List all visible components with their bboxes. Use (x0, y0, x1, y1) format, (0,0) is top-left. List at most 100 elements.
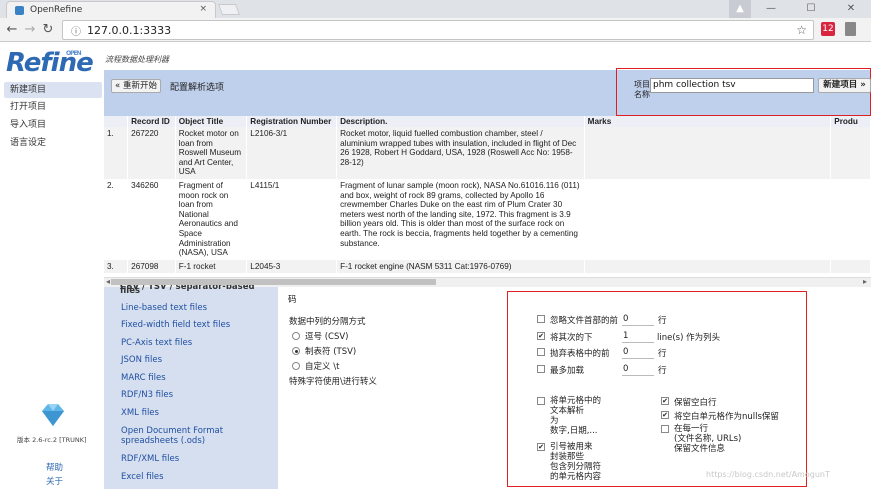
radio-custom-label: 自定义 \t (305, 362, 340, 372)
menu-icon[interactable] (845, 22, 856, 36)
cell-marks (584, 127, 832, 179)
reload-icon[interactable]: ↻ (40, 22, 56, 37)
header-lines-input[interactable]: 1 (622, 331, 654, 343)
checkbox-load-max[interactable] (537, 365, 545, 373)
table-row: 1. 267220 Rocket motor on loan from Rosw… (104, 127, 871, 179)
sidebar-item-language[interactable]: 语言设定 (4, 135, 102, 151)
header-lines-label: 将其次的下 (550, 333, 593, 343)
parse-cell-label: 将单元格中的 文本解析 为 数字,日期,... (550, 396, 601, 436)
table-row: 2. 346260 Fragment of moon rock on loan … (104, 178, 871, 260)
address-url: 127.0.0.1:3333 (87, 23, 172, 37)
sidebar-item-open-project[interactable]: 打开项目 (4, 99, 102, 115)
escape-label: 特殊字符使用\进行转义 (289, 377, 377, 387)
quote-line: 封装那些 (550, 452, 585, 462)
format-item-csv[interactable]: CSV / TSV / separator-based files (120, 285, 265, 293)
sidebar-item-import-project[interactable]: 导入项目 (4, 117, 102, 133)
column-header[interactable]: Produ (830, 116, 871, 127)
column-header[interactable]: Record ID (127, 116, 176, 127)
quote-line: 的单元格内容 (550, 472, 602, 482)
per-row-label: 在每一行 (文件名称, URLs) 保留文件信息 (674, 424, 741, 454)
about-link[interactable]: 关于 (46, 475, 63, 487)
minimize-icon[interactable]: — (751, 0, 791, 18)
window-controls: ▲ — ☐ ✕ (729, 0, 871, 18)
row-index: 1. (104, 127, 129, 179)
column-header[interactable]: Marks (584, 116, 832, 127)
profile-icon[interactable]: ▲ (729, 0, 751, 18)
openrefine-favicon-icon (15, 5, 24, 15)
parse-cell-line: 将单元格中的 (550, 396, 602, 406)
discard-label: 抛弃表格中的前 (550, 349, 610, 359)
checkbox-header-lines[interactable]: ✔ (537, 332, 545, 340)
site-info-icon[interactable]: ⓘ (71, 23, 81, 38)
checkbox-quote[interactable]: ✔ (537, 443, 545, 451)
checkbox-store-blank-cells[interactable]: ✔ (661, 411, 669, 419)
column-header[interactable]: Description. (336, 116, 585, 127)
forward-arrow-icon[interactable]: → (22, 22, 38, 37)
new-tab-button[interactable] (217, 4, 241, 15)
radio-custom[interactable]: 自定义 \t (292, 360, 339, 372)
load-max-unit: 行 (658, 366, 667, 376)
cell-object-title: Rocket motor on loan from Roswell Museum… (175, 127, 248, 179)
checkbox-parse-cell[interactable] (537, 397, 545, 405)
create-project-button[interactable]: 新建项目 » (818, 78, 871, 93)
discard-unit: 行 (658, 349, 667, 359)
column-header[interactable]: Registration Number (246, 116, 338, 127)
address-bar[interactable]: ⓘ 127.0.0.1:3333 ☆ (62, 20, 814, 40)
cell-registration: L2106-3/1 (246, 127, 338, 179)
radio-tsv-label: 制表符 (TSV) (305, 347, 357, 357)
format-item-excel[interactable]: Excel files (121, 472, 271, 482)
preview-table: Record ID Object Title Registration Numb… (104, 116, 871, 274)
help-link[interactable]: 帮助 (46, 461, 63, 473)
data-preview[interactable]: Record ID Object Title Registration Numb… (104, 116, 871, 276)
browser-tab-title: OpenRefine (30, 5, 83, 15)
browser-tab[interactable]: OpenRefine × (6, 1, 216, 18)
format-item-fixed-width[interactable]: Fixed-width field text files (121, 320, 271, 330)
radio-custom-dot[interactable] (292, 362, 300, 370)
checkbox-discard[interactable] (537, 348, 545, 356)
format-item-pc-axis[interactable]: PC-Axis text files (121, 338, 271, 348)
start-over-button[interactable]: « 重新开始 (111, 79, 161, 93)
cell-produ (830, 259, 871, 274)
close-tab-icon[interactable]: × (199, 4, 207, 14)
discard-input[interactable]: 0 (622, 347, 654, 359)
store-blank-cells-label: 将空白单元格作为nulls保留 (674, 412, 779, 422)
logo-super-text: OPEN (66, 50, 82, 57)
format-item-rdf-xml[interactable]: RDF/XML files (121, 454, 271, 464)
radio-tsv-dot[interactable] (292, 347, 300, 355)
scroll-right-icon[interactable]: ▸ (863, 277, 867, 286)
back-arrow-icon[interactable]: ← (4, 22, 20, 37)
radio-csv[interactable]: 逗号 (CSV) (292, 330, 348, 342)
load-max-label: 最多加载 (550, 366, 585, 376)
format-item-line-based[interactable]: Line-based text files (121, 303, 271, 313)
load-max-input[interactable]: 0 (622, 364, 654, 376)
close-window-icon[interactable]: ✕ (831, 0, 871, 18)
header-lines-unit: line(s) 作为列头 (657, 333, 721, 343)
format-item-marc[interactable]: MARC files (121, 373, 271, 383)
project-name-label: 项目名称 (634, 80, 650, 99)
maximize-icon[interactable]: ☐ (791, 0, 831, 18)
sidebar-item-create-project[interactable]: 新建项目 (4, 82, 102, 98)
cell-object-title: F-1 rocket (175, 259, 248, 274)
version-label: 版本 2.6-rc.2 [TRUNK] (17, 436, 87, 444)
format-item-rdf-n3[interactable]: RDF/N3 files (121, 390, 271, 400)
format-item-json[interactable]: JSON files (121, 355, 271, 365)
project-name-input[interactable]: phm collection tsv (650, 78, 814, 93)
checkbox-keep-blank-rows[interactable]: ✔ (661, 397, 669, 405)
checkbox-ignore-first[interactable] (537, 315, 545, 323)
radio-csv-dot[interactable] (292, 332, 300, 340)
bookmark-star-icon[interactable]: ☆ (796, 23, 807, 37)
radio-tsv[interactable]: 制表符 (TSV) (292, 345, 356, 357)
cell-produ (830, 178, 871, 260)
column-header[interactable]: Object Title (175, 116, 248, 127)
ignore-first-input[interactable]: 0 (622, 314, 654, 326)
format-item-xml[interactable]: XML files (121, 408, 271, 418)
openrefine-logo[interactable]: Refine OPEN (6, 48, 94, 78)
scroll-left-icon[interactable]: ◂ (106, 277, 110, 286)
quote-line: 引号被用来 (550, 442, 593, 452)
table-header-row: Record ID Object Title Registration Numb… (104, 116, 871, 127)
format-item-ods[interactable]: Open Document Format spreadsheets (.ods) (121, 426, 261, 446)
watermark-text: https://blog.csdn.net/AmogunT (706, 470, 830, 479)
extension-icon[interactable]: 12 (821, 22, 835, 36)
checkbox-per-row[interactable] (661, 425, 669, 433)
cell-marks (584, 178, 832, 260)
